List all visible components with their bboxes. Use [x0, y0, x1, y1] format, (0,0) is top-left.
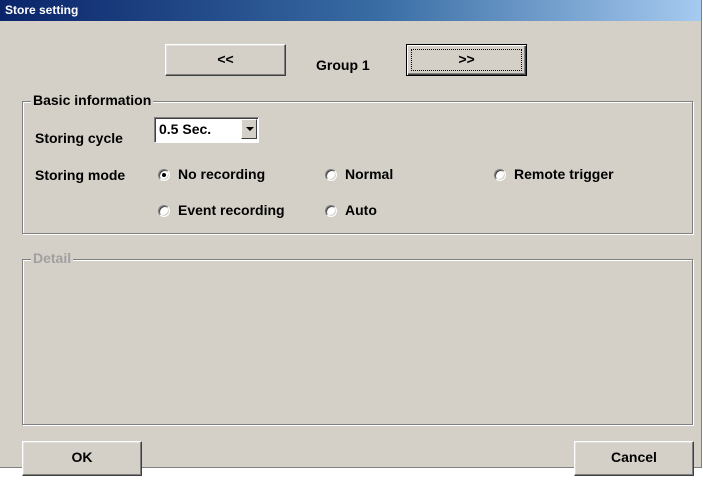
- storing-cycle-value: 0.5 Sec.: [159, 121, 212, 137]
- chevron-down-icon[interactable]: [241, 119, 257, 139]
- previous-group-label: <<: [217, 51, 234, 67]
- radio-event-recording-label: Event recording: [178, 202, 285, 218]
- group-name: Group 1: [316, 57, 370, 73]
- window-title: Store setting: [5, 3, 79, 17]
- radio-circle-icon: [325, 169, 337, 181]
- storing-cycle-dropdown[interactable]: 0.5 Sec.: [154, 117, 259, 143]
- next-group-label: >>: [458, 51, 475, 67]
- title-bar[interactable]: Store setting: [0, 0, 701, 21]
- ok-button[interactable]: OK: [22, 441, 142, 476]
- radio-circle-icon: [158, 205, 170, 217]
- cancel-button[interactable]: Cancel: [574, 441, 694, 476]
- next-group-button[interactable]: >>: [406, 44, 527, 76]
- storing-cycle-label: Storing cycle: [35, 130, 123, 146]
- radio-no-recording-label: No recording: [178, 166, 266, 182]
- ok-button-label: OK: [71, 449, 93, 465]
- cancel-button-label: Cancel: [611, 449, 657, 465]
- basic-information-legend: Basic information: [31, 92, 154, 108]
- radio-auto-label: Auto: [345, 202, 377, 218]
- radio-remote-trigger-label: Remote trigger: [514, 166, 614, 182]
- previous-group-button[interactable]: <<: [165, 44, 286, 76]
- radio-circle-icon: [325, 205, 337, 217]
- storing-mode-label: Storing mode: [35, 167, 126, 183]
- store-setting-dialog: Store setting << Group 1 >> Basic inform…: [0, 0, 702, 476]
- radio-normal-label: Normal: [345, 166, 394, 182]
- detail-legend: Detail: [31, 250, 74, 266]
- detail-group: Detail: [22, 250, 693, 425]
- radio-selected-dot-icon: [162, 173, 166, 177]
- radio-circle-icon: [494, 169, 506, 181]
